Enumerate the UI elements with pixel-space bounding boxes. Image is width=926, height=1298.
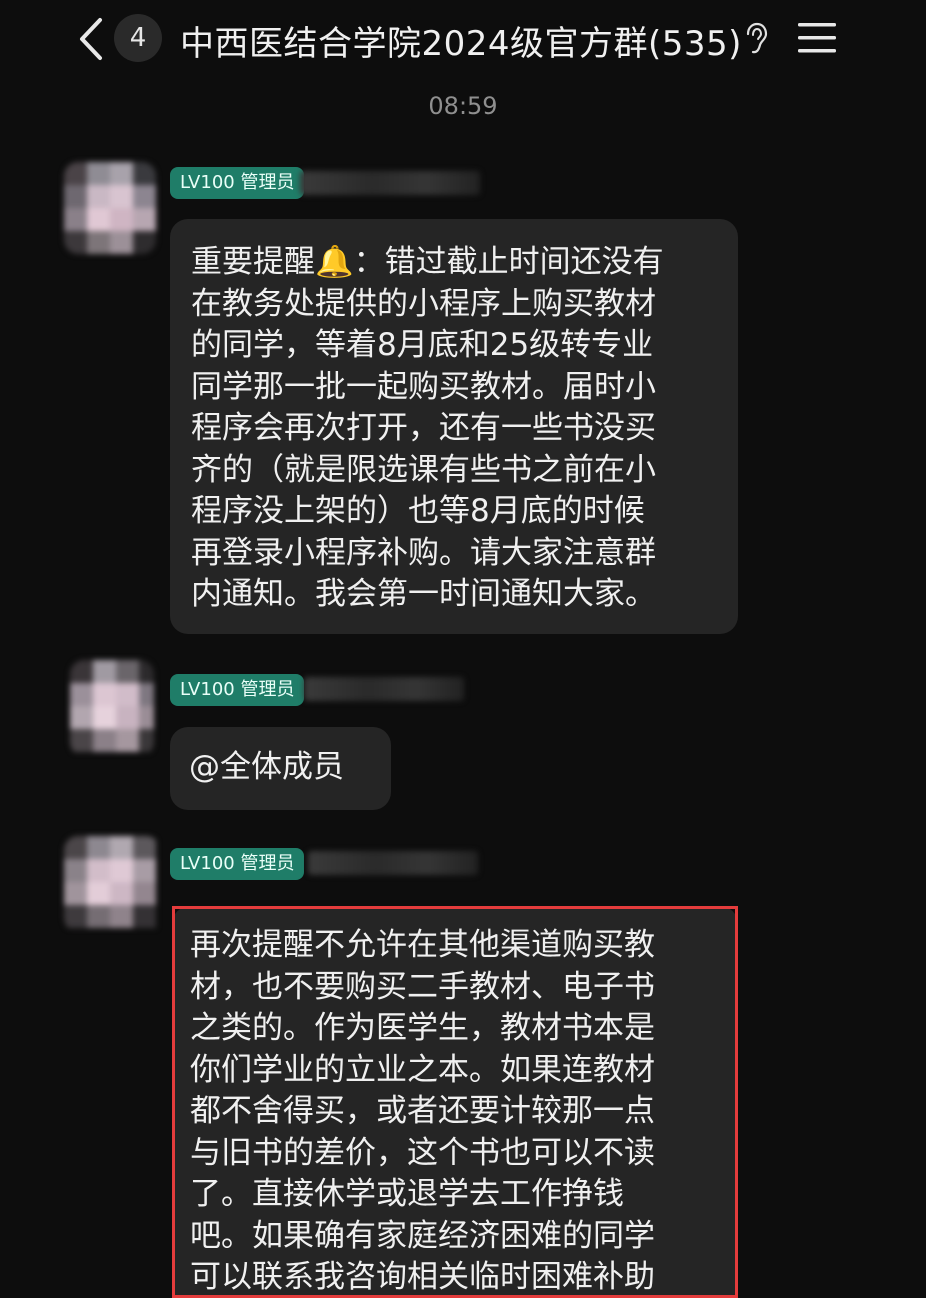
- admin-badge: LV100 管理员: [170, 167, 305, 199]
- ear-icon[interactable]: [742, 22, 770, 56]
- sender-name: [300, 171, 480, 195]
- highlight-box: [172, 906, 738, 1298]
- back-arrow-icon[interactable]: [74, 16, 110, 62]
- unread-count-badge[interactable]: 4: [114, 14, 162, 62]
- message-timestamp: 08:59: [428, 92, 498, 120]
- message-bubble[interactable]: @全体成员: [170, 727, 391, 810]
- admin-badge: LV100 管理员: [170, 674, 305, 706]
- sender-name: [308, 851, 478, 875]
- avatar[interactable]: [70, 660, 154, 756]
- message-bubble[interactable]: 重要提醒🔔：错过截止时间还没有 在教务处提供的小程序上购买教材 的同学，等着8月…: [170, 219, 738, 634]
- chat-title[interactable]: 中西医结合学院2024级官方群(535): [180, 16, 742, 65]
- sender-name: [304, 677, 464, 701]
- admin-badge: LV100 管理员: [170, 848, 305, 880]
- avatar[interactable]: [64, 162, 156, 254]
- avatar[interactable]: [64, 836, 160, 932]
- menu-icon[interactable]: [796, 20, 838, 56]
- chat-header: 4 中西医结合学院2024级官方群(535): [0, 0, 926, 80]
